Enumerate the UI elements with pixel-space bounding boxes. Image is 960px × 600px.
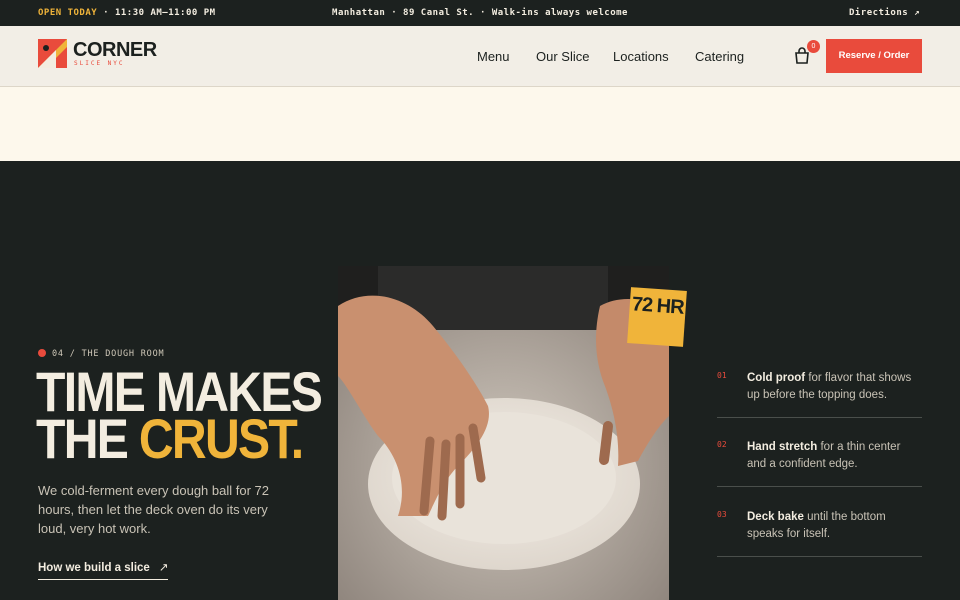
- headline-line-2-start: THE: [36, 407, 139, 470]
- fermentation-badge: 72 HR: [627, 287, 687, 347]
- nav-menu[interactable]: Menu: [477, 49, 510, 64]
- site-header: CORNER SLICE NYC Menu Our Slice Location…: [0, 26, 960, 87]
- dough-photo: [338, 266, 669, 600]
- step-text: Deck bake until the bottom speaks for it…: [747, 509, 922, 542]
- step-number: 02: [717, 440, 727, 449]
- step-title: Hand stretch: [747, 441, 818, 453]
- step-text: Hand stretch for a thin center and a con…: [747, 439, 922, 472]
- reserve-order-button[interactable]: Reserve / Order: [826, 39, 922, 73]
- section-lede: We cold-ferment every dough ball for 72 …: [38, 483, 269, 536]
- eyebrow-dot-icon: [38, 349, 46, 357]
- nav-locations[interactable]: Locations: [613, 49, 669, 64]
- eyebrow-text: 04 / THE DOUGH ROOM: [52, 349, 165, 359]
- address-text: Manhattan · 89 Canal St. · Walk-ins alwa…: [332, 8, 628, 18]
- brand-sub: SLICE NYC: [74, 60, 125, 67]
- nav-our-slice[interactable]: Our Slice: [536, 49, 589, 64]
- step-title: Cold proof: [747, 372, 806, 384]
- process-steps: 01 Cold proof for flavor that shows up b…: [717, 360, 922, 557]
- headline-line-2: THE CRUST.: [36, 411, 321, 467]
- cart-count-badge: 0: [807, 40, 820, 53]
- arrow-up-right-icon: ↗: [158, 562, 169, 574]
- logo[interactable]: CORNER SLICE NYC: [38, 39, 157, 71]
- step-number: 01: [717, 371, 727, 380]
- directions-link[interactable]: Directions ↗: [849, 8, 920, 18]
- logo-mark-icon: [38, 39, 67, 68]
- list-item: 03 Deck bake until the bottom speaks for…: [717, 487, 922, 557]
- hero-bottom-strip: [0, 87, 960, 161]
- list-item: 01 Cold proof for flavor that shows up b…: [717, 360, 922, 418]
- how-we-build-label: How we build a slice: [38, 562, 150, 574]
- nav-catering[interactable]: Catering: [695, 49, 744, 64]
- brand-name: CORNER: [73, 39, 157, 61]
- section-eyebrow: 04 / THE DOUGH ROOM: [38, 349, 164, 359]
- list-item: 02 Hand stretch for a thin center and a …: [717, 418, 922, 487]
- headline-accent: CRUST.: [138, 407, 304, 470]
- step-title: Deck bake: [747, 511, 804, 523]
- step-text: Cold proof for flavor that shows up befo…: [747, 370, 922, 403]
- step-number: 03: [717, 510, 727, 519]
- section-headline: TIME MAKES THE CRUST.: [36, 364, 323, 467]
- how-we-build-link[interactable]: How we build a slice ↗: [38, 560, 169, 580]
- announcement-bar: OPEN TODAY · 11:30 AM–11:00 PM Manhattan…: [0, 0, 960, 26]
